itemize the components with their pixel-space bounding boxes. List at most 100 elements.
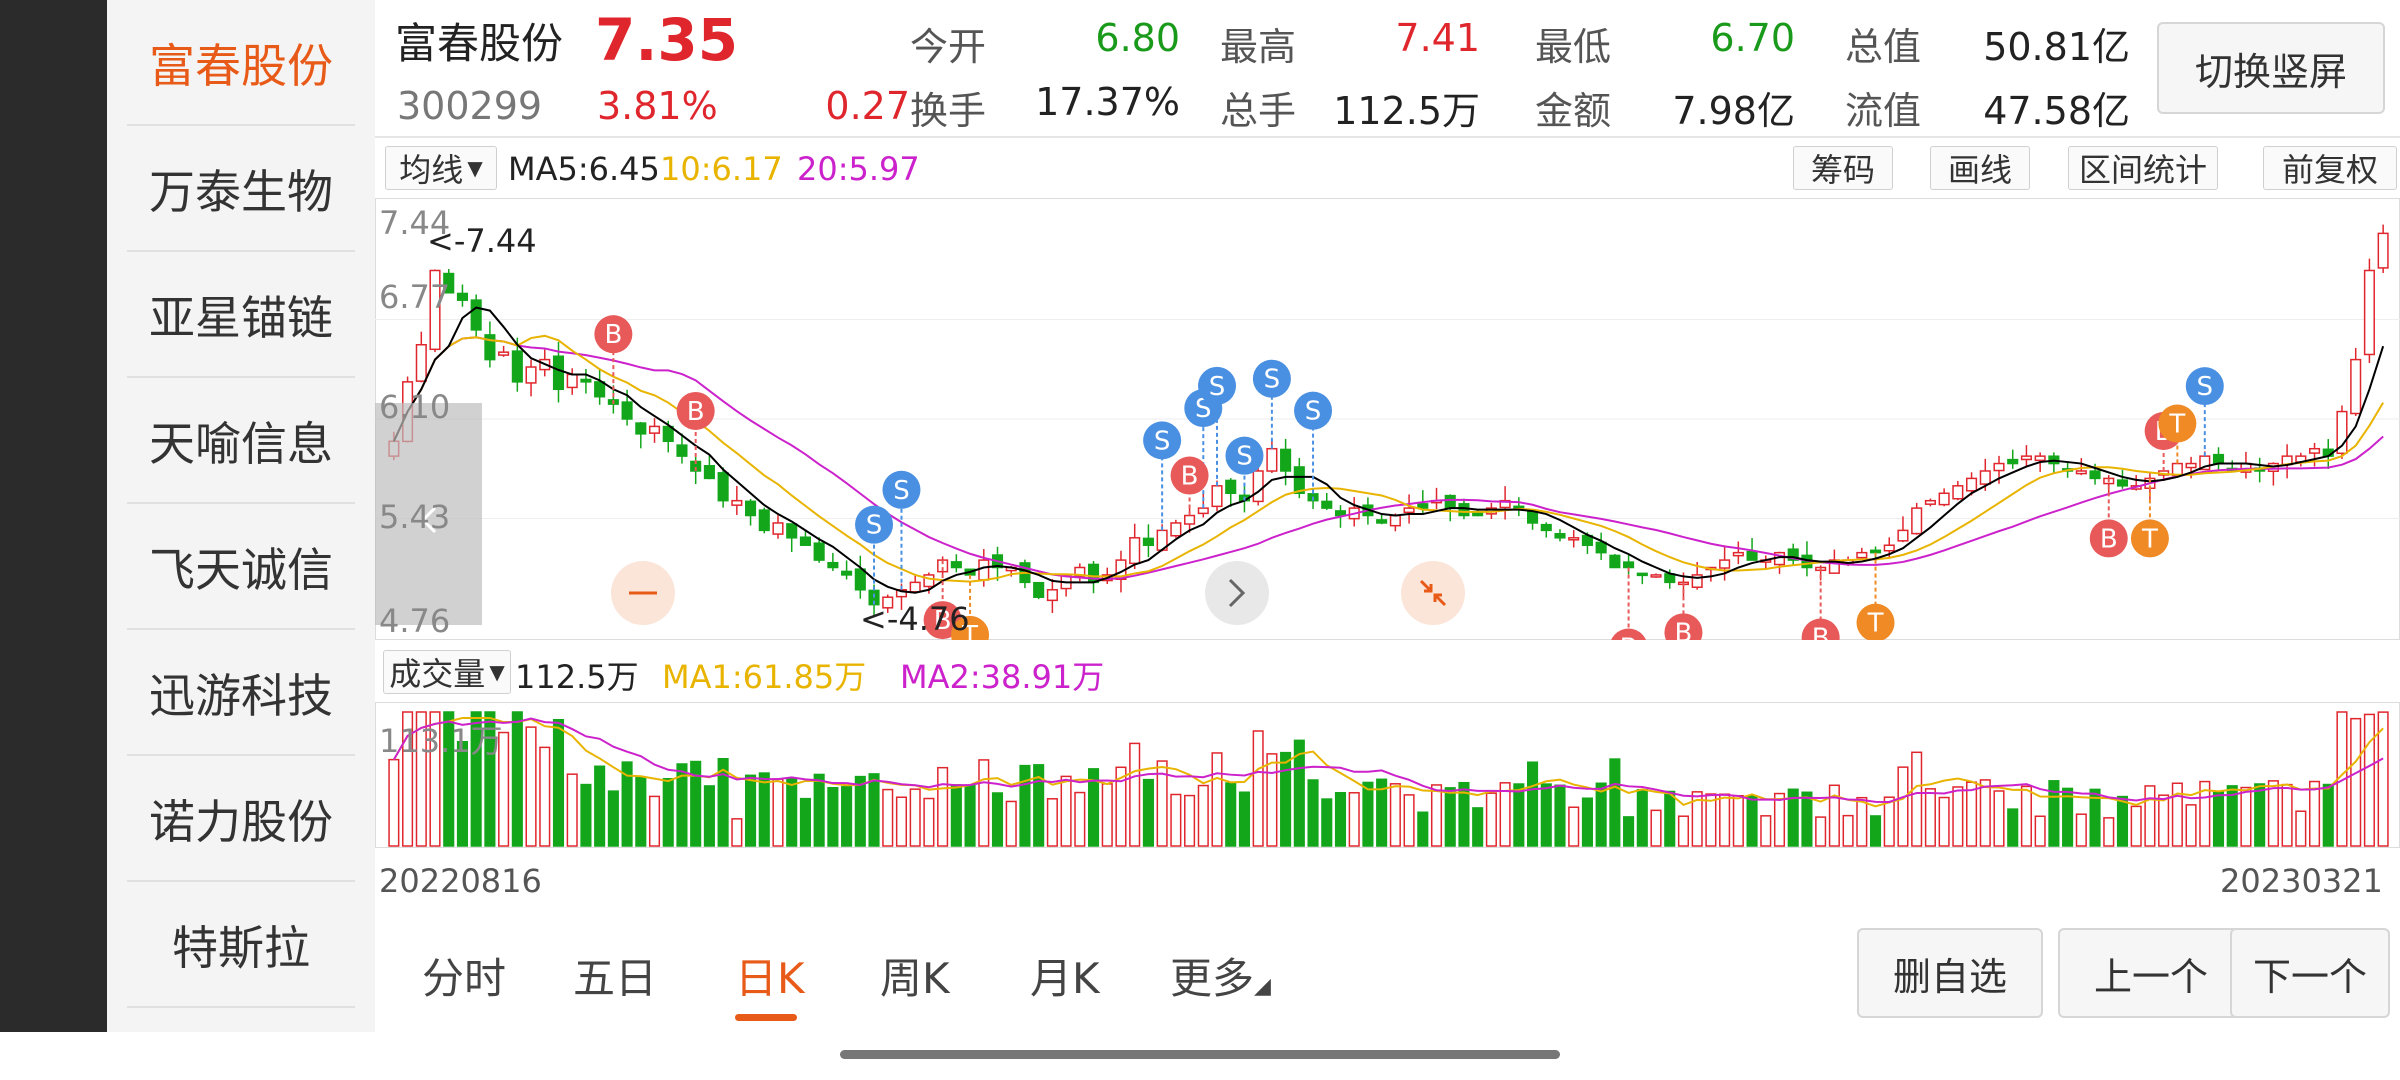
marker-letter: T — [2168, 410, 2185, 440]
volume-bar — [841, 786, 853, 847]
dropdown-arrow-icon: ▼ — [467, 156, 483, 180]
candle — [1458, 503, 1470, 517]
volume-bar — [1334, 792, 1347, 847]
candle — [827, 561, 839, 569]
candle — [552, 355, 565, 391]
left-dark-strip — [0, 0, 107, 1032]
open-label: 今开 — [910, 25, 987, 69]
y-tick-label: 6.10 — [379, 388, 451, 426]
volume-bar — [1472, 807, 1484, 847]
range-stats-button[interactable]: 区间统计 — [2068, 146, 2218, 190]
volume-bar — [1266, 753, 1278, 847]
previous-stock-button[interactable]: 上一个 — [2058, 928, 2244, 1018]
volume-bar — [1060, 775, 1072, 847]
change-percent: 3.81% — [597, 84, 718, 128]
volume-bar — [607, 790, 619, 847]
stock-list-item[interactable]: 天喻信息 — [107, 378, 375, 504]
indicator-select[interactable]: 成交量 ▼ — [383, 650, 511, 694]
draw-line-button[interactable]: 画线 — [1930, 146, 2030, 190]
signal-marker-b: B — [1801, 567, 1840, 640]
signal-marker-s: S — [1252, 359, 1291, 449]
stock-list-item[interactable]: 万泰生物 — [107, 126, 375, 252]
volume-bar — [1485, 792, 1497, 847]
stock-name: 天喻信息 — [149, 417, 333, 471]
switch-portrait-button[interactable]: 切换竖屏 — [2157, 22, 2385, 114]
volume-chart[interactable] — [375, 702, 2400, 848]
volume-bar — [2158, 794, 2170, 847]
marker-letter: S — [2197, 372, 2214, 402]
tab-five-day[interactable]: 五日 — [573, 945, 657, 1006]
stock-title: 富春股份 — [395, 19, 564, 68]
candle — [978, 559, 990, 581]
candle — [662, 425, 674, 443]
volume-bar — [552, 718, 565, 847]
volume-bar — [2116, 795, 2129, 847]
candle — [854, 568, 866, 591]
remove-watchlist-button[interactable]: 删自选 — [1857, 928, 2043, 1018]
amount-label: 金额 — [1535, 89, 1612, 133]
volume-bar — [1417, 811, 1429, 847]
volume-bar — [1526, 761, 1539, 847]
stock-name: 亚星锚链 — [149, 291, 333, 345]
min-annotation: <-4.76 — [860, 600, 970, 638]
volume-bar — [2007, 808, 2019, 847]
volume-bar — [1664, 790, 1676, 847]
home-indicator[interactable] — [840, 1050, 1560, 1059]
candle — [1650, 574, 1662, 578]
candle — [1293, 466, 1305, 495]
volume-bar — [1801, 791, 1813, 847]
candle — [731, 499, 743, 506]
ma20-legend: 20:5.97 — [797, 150, 920, 188]
stock-name: 万泰生物 — [149, 165, 333, 219]
stock-name: 特斯拉 — [172, 921, 310, 975]
volume-bar — [799, 797, 811, 847]
stock-list-item[interactable]: 飞天诚信 — [107, 504, 375, 630]
volume-bar — [895, 796, 908, 847]
candle — [635, 422, 647, 435]
kline-chart[interactable]: SSSSSSSSSBBBBBBBBBTTTT — [375, 198, 2400, 640]
stock-list-item[interactable]: 亚星锚链 — [107, 252, 375, 378]
stock-name: 富春股份 — [149, 39, 333, 93]
tab-more[interactable]: 更多◢ — [1170, 945, 1271, 1006]
y-tick-label: 6.77 — [379, 278, 451, 316]
divider — [375, 136, 2400, 138]
y-tick-label: 5.43 — [379, 498, 451, 536]
volume-bar — [525, 726, 537, 847]
active-tab-underline — [735, 1014, 797, 1021]
stock-list-item[interactable]: 富春股份 — [107, 0, 375, 126]
marker-letter: S — [1154, 426, 1171, 456]
corner-arrow-icon: ◢ — [1254, 974, 1271, 999]
candle — [2212, 453, 2225, 465]
tab-daily-k[interactable]: 日K — [735, 945, 805, 1006]
candle — [1389, 514, 1401, 527]
candle — [580, 378, 592, 383]
candle — [1856, 551, 1868, 559]
stock-list-item[interactable]: 诺力股份 — [107, 756, 375, 882]
marker-letter: S — [1305, 397, 1322, 427]
volume-bar — [950, 784, 962, 847]
stock-list-item[interactable]: 迅游科技 — [107, 630, 375, 756]
marker-letter: S — [866, 511, 883, 541]
volume-bar — [978, 759, 990, 847]
candle — [1129, 537, 1141, 565]
candle — [1225, 479, 1237, 495]
candle — [2116, 479, 2129, 487]
turnover-value: 17.37% — [1035, 80, 1180, 124]
volume-value: 112.5万 — [1333, 89, 1480, 133]
candle — [1746, 550, 1758, 561]
mktcap-label: 总值 — [1845, 25, 1922, 69]
ma-select[interactable]: 均线 ▼ — [385, 146, 497, 190]
forward-adjust-button[interactable]: 前复权 — [2263, 146, 2397, 190]
next-stock-button[interactable]: 下一个 — [2230, 928, 2390, 1018]
tab-weekly-k[interactable]: 周K — [880, 945, 950, 1006]
volume-bar — [1513, 783, 1525, 847]
tab-intraday[interactable]: 分时 — [422, 945, 506, 1006]
stock-list-item[interactable]: 特斯拉 — [107, 882, 375, 1008]
volume-bar — [1650, 809, 1662, 847]
chip-button[interactable]: 筹码 — [1793, 146, 1893, 190]
candle — [950, 561, 962, 569]
volume-bar — [991, 792, 1004, 847]
candle — [2363, 269, 2375, 356]
tab-monthly-k[interactable]: 月K — [1030, 945, 1100, 1006]
candle — [909, 581, 921, 593]
